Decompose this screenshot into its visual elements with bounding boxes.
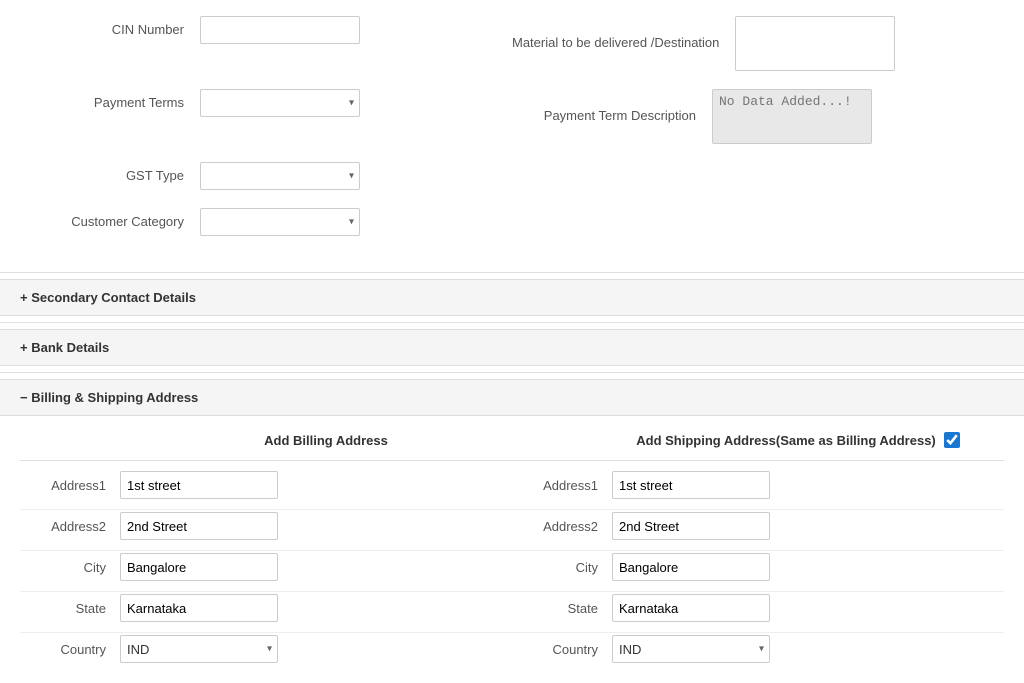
- same-as-billing-checkbox[interactable]: [944, 432, 960, 448]
- address-row: State State: [0, 594, 1024, 622]
- payment-terms-select[interactable]: [200, 89, 360, 117]
- billing-country-select[interactable]: IND: [120, 635, 278, 663]
- billing-shipping-label: − Billing & Shipping Address: [20, 390, 198, 405]
- shipping-country-select[interactable]: IND: [612, 635, 770, 663]
- shipping-address-header: Add Shipping Address(Same as Billing Add…: [636, 433, 936, 448]
- gst-type-select[interactable]: [200, 162, 360, 190]
- cin-number-input[interactable]: [200, 16, 360, 44]
- address-row: City City: [0, 553, 1024, 581]
- address-row: Address1 Address1: [0, 471, 1024, 499]
- billing-address-header: Add Billing Address: [264, 433, 388, 448]
- shipping-city-label: City: [512, 560, 612, 575]
- material-destination-label: Material to be delivered /Destination: [512, 34, 735, 52]
- material-destination-input[interactable]: [735, 16, 895, 71]
- billing-address2-input[interactable]: [120, 512, 278, 540]
- address-row: CountryIND▾CountryIND▾: [0, 635, 1024, 663]
- payment-term-desc-textarea[interactable]: [712, 89, 872, 144]
- shipping-state-label: State: [512, 601, 612, 616]
- shipping-country-select-wrapper: IND▾: [612, 635, 770, 663]
- secondary-contact-section[interactable]: + Secondary Contact Details: [0, 279, 1024, 316]
- address-row: Address2 Address2: [0, 512, 1024, 540]
- cin-number-label: CIN Number: [40, 21, 200, 39]
- shipping-address1-input[interactable]: [612, 471, 770, 499]
- billing-city-label: City: [20, 560, 120, 575]
- gst-type-label: GST Type: [40, 167, 200, 185]
- billing-state-input[interactable]: [120, 594, 278, 622]
- billing-address1-input[interactable]: [120, 471, 278, 499]
- billing-address2-label: Address2: [20, 519, 120, 534]
- gst-type-select-wrapper: ▾: [200, 162, 360, 190]
- billing-country-select-wrapper: IND▾: [120, 635, 278, 663]
- shipping-city-input[interactable]: [612, 553, 770, 581]
- bank-details-label: + Bank Details: [20, 340, 109, 355]
- shipping-state-input[interactable]: [612, 594, 770, 622]
- secondary-contact-label: + Secondary Contact Details: [20, 290, 196, 305]
- shipping-address1-label: Address1: [512, 478, 612, 493]
- bank-details-section[interactable]: + Bank Details: [0, 329, 1024, 366]
- billing-city-input[interactable]: [120, 553, 278, 581]
- shipping-address2-label: Address2: [512, 519, 612, 534]
- billing-address1-label: Address1: [20, 478, 120, 493]
- shipping-country-label: Country: [512, 642, 612, 657]
- billing-state-label: State: [20, 601, 120, 616]
- customer-category-select[interactable]: [200, 208, 360, 236]
- payment-terms-select-wrapper: ▾: [200, 89, 360, 117]
- payment-term-desc-label: Payment Term Description: [512, 107, 712, 125]
- shipping-address2-input[interactable]: [612, 512, 770, 540]
- billing-shipping-section[interactable]: − Billing & Shipping Address: [0, 379, 1024, 416]
- customer-category-select-wrapper: ▾: [200, 208, 360, 236]
- customer-category-label: Customer Category: [40, 213, 200, 231]
- billing-country-label: Country: [20, 642, 120, 657]
- payment-terms-label: Payment Terms: [40, 94, 200, 112]
